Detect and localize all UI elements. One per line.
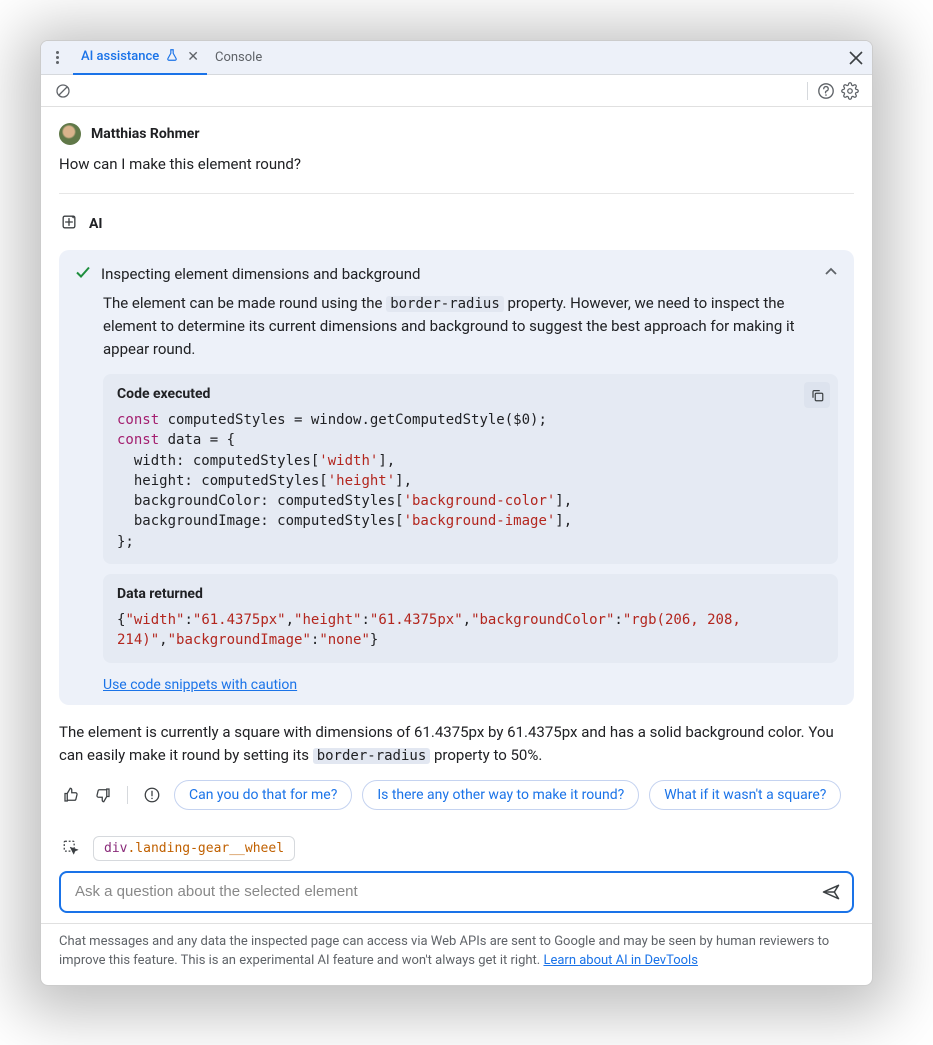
tab-bar: AI assistance ✕ Console <box>41 41 872 75</box>
devtools-panel: AI assistance ✕ Console Matthias R <box>40 40 873 986</box>
close-tab-icon[interactable]: ✕ <box>187 49 199 65</box>
ai-answer: The element is currently a square with d… <box>59 721 854 768</box>
chat-input-wrap <box>59 871 854 913</box>
tab-label: Console <box>215 50 262 65</box>
copy-icon[interactable] <box>804 382 830 408</box>
suggestion-chip[interactable]: Can you do that for me? <box>174 780 352 810</box>
inspect-title: Inspecting element dimensions and backgr… <box>101 265 814 283</box>
help-icon[interactable] <box>814 79 838 103</box>
code-inline: border-radius <box>313 748 431 764</box>
send-icon[interactable] <box>816 877 846 907</box>
learn-more-link[interactable]: Learn about AI in DevTools <box>543 953 697 968</box>
chevron-up-icon[interactable] <box>824 265 838 283</box>
caution-link[interactable]: Use code snippets with caution <box>103 677 297 693</box>
user-header: Matthias Rohmer <box>59 123 854 145</box>
tab-console[interactable]: Console <box>207 41 270 75</box>
clear-icon[interactable] <box>51 79 75 103</box>
control-row <box>41 75 872 107</box>
divider <box>59 193 854 194</box>
suggestion-chip[interactable]: What if it wasn't a square? <box>649 780 841 810</box>
user-message: How can I make this element round? <box>59 155 854 173</box>
selected-element-chip[interactable]: div.landing-gear__wheel <box>93 836 295 861</box>
code-executed-box: Code executed const computedStyles = win… <box>103 374 838 564</box>
chat-input[interactable] <box>73 882 816 901</box>
data-returned: {"width":"61.4375px","height":"61.4375px… <box>117 610 824 651</box>
check-icon <box>75 264 91 284</box>
close-panel-icon[interactable] <box>846 48 866 68</box>
thumbs-up-icon[interactable] <box>59 783 83 807</box>
inspect-card: Inspecting element dimensions and backgr… <box>59 250 854 705</box>
tab-label: AI assistance <box>81 49 159 64</box>
more-menu-icon[interactable] <box>47 48 67 68</box>
footer-disclaimer: Chat messages and any data the inspected… <box>41 923 872 985</box>
data-returned-box: Data returned {"width":"61.4375px","heig… <box>103 574 838 663</box>
data-returned-label: Data returned <box>117 586 824 602</box>
conversation-body: Matthias Rohmer How can I make this elem… <box>41 107 872 836</box>
ai-header: AI <box>59 212 854 236</box>
user-name: Matthias Rohmer <box>91 126 199 142</box>
tab-ai-assistance[interactable]: AI assistance ✕ <box>73 41 207 75</box>
ai-sparkle-icon <box>59 212 79 236</box>
inspect-desc: The element can be made round using the … <box>103 292 838 360</box>
flask-icon <box>165 48 179 66</box>
avatar <box>59 123 81 145</box>
element-picker-icon[interactable] <box>59 836 83 860</box>
code-executed-label: Code executed <box>117 386 824 402</box>
report-icon[interactable] <box>140 783 164 807</box>
feedback-row: Can you do that for me? Is there any othe… <box>59 780 854 810</box>
thumbs-down-icon[interactable] <box>91 783 115 807</box>
code-inline: border-radius <box>386 296 504 312</box>
code-executed: const computedStyles = window.getCompute… <box>117 410 824 552</box>
suggestion-chip[interactable]: Is there any other way to make it round? <box>362 780 639 810</box>
suggestion-chips: Can you do that for me? Is there any othe… <box>174 780 841 810</box>
ai-label: AI <box>89 216 103 232</box>
selector-row: div.landing-gear__wheel <box>41 836 872 871</box>
gear-icon[interactable] <box>838 79 862 103</box>
